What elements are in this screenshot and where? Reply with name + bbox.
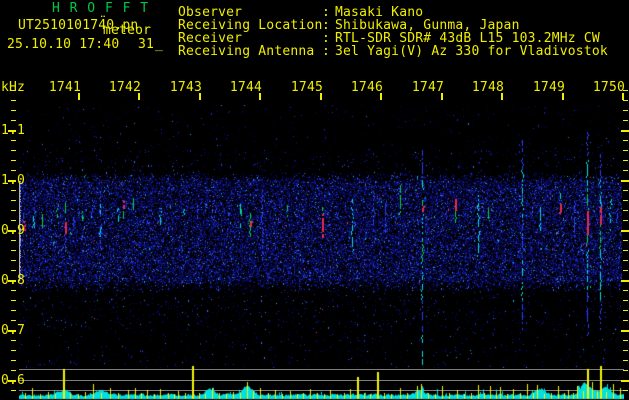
spectrogram-canvas: [20, 105, 622, 368]
freq-tick: [11, 310, 16, 311]
time-tick: [562, 93, 564, 100]
time-tick-label: 1744: [229, 80, 262, 95]
freq-tick: [11, 300, 16, 301]
echo-counter: 31: [138, 37, 155, 52]
time-tick: [380, 93, 382, 100]
info-label: Receiving Antenna: [178, 44, 315, 59]
freq-tick-label: 0.9: [1, 223, 26, 238]
freq-tick-right: [621, 230, 629, 232]
freq-tick-right: [623, 240, 628, 241]
freq-tick: [11, 270, 16, 271]
freq-tick: [11, 340, 16, 341]
freq-tick-right: [623, 300, 628, 301]
freq-tick-right: [621, 280, 629, 282]
freq-tick-right: [623, 340, 628, 341]
freq-tick: [11, 250, 16, 251]
text-cursor: _: [155, 37, 164, 52]
time-tick-label: 1743: [169, 80, 202, 95]
freq-tick: [11, 170, 16, 171]
freq-axis-unit-label: kHz: [1, 80, 26, 95]
hrofft-window: H R O F F T UT2510101740.pn ¨ meteor 25.…: [0, 0, 629, 400]
app-title: H R O F F T: [52, 1, 150, 16]
freq-tick-right: [621, 130, 629, 132]
time-tick-label: 1749: [532, 80, 565, 95]
freq-tick-right: [623, 260, 628, 261]
freq-tick-label: 0.8: [1, 273, 26, 288]
freq-tick: [11, 260, 16, 261]
time-tick: [138, 93, 140, 100]
mode-label: meteor: [103, 23, 152, 38]
freq-tick-right: [623, 110, 628, 111]
time-tick: [199, 93, 201, 100]
freq-tick: [11, 160, 16, 161]
freq-tick-label: 1.1: [1, 123, 26, 138]
freq-tick-right: [623, 310, 628, 311]
freq-tick-right: [623, 360, 628, 361]
freq-tick-right: [623, 140, 628, 141]
freq-tick: [11, 90, 16, 91]
time-tick-label: 1750: [592, 80, 625, 95]
freq-tick-right: [623, 290, 628, 291]
info-value: 3el Yagi(V) Az 330 for Vladivostok: [335, 44, 608, 59]
freq-tick-right: [623, 150, 628, 151]
freq-tick-label: 1.0: [1, 173, 26, 188]
time-tick-label: 1742: [108, 80, 141, 95]
freq-tick: [11, 210, 16, 211]
time-tick: [501, 93, 503, 100]
datetime-label: 25.10.10 17:40: [7, 37, 120, 52]
freq-tick: [11, 150, 16, 151]
time-tick-label: 1745: [290, 80, 323, 95]
freq-tick-right: [621, 380, 629, 382]
freq-tick-right: [623, 350, 628, 351]
freq-tick: [11, 350, 16, 351]
freq-tick: [11, 100, 16, 101]
freq-tick-right: [623, 170, 628, 171]
time-tick-label: 1747: [411, 80, 444, 95]
freq-tick-label: 0.6: [1, 373, 26, 388]
time-tick-label: 1746: [350, 80, 383, 95]
freq-tick: [11, 120, 16, 121]
freq-tick: [11, 370, 16, 371]
freq-tick-right: [623, 370, 628, 371]
freq-tick-right: [623, 200, 628, 201]
freq-tick: [11, 360, 16, 361]
freq-tick: [11, 390, 16, 391]
freq-tick-right: [623, 190, 628, 191]
freq-tick: [11, 320, 16, 321]
freq-tick: [11, 110, 16, 111]
freq-tick: [11, 290, 16, 291]
info-row: Receiving Antenna:3el Yagi(V) Az 330 for…: [178, 45, 628, 58]
freq-tick-right: [623, 210, 628, 211]
freq-tick-label: 0.7: [1, 323, 26, 338]
info-colon: :: [322, 44, 331, 59]
freq-tick-right: [623, 100, 628, 101]
freq-tick: [11, 220, 16, 221]
time-tick: [622, 93, 624, 100]
time-tick: [78, 93, 80, 100]
freq-tick: [11, 200, 16, 201]
time-tick-label: 1741: [48, 80, 81, 95]
freq-tick-right: [621, 330, 629, 332]
freq-tick: [11, 240, 16, 241]
freq-tick: [11, 190, 16, 191]
freq-tick-right: [623, 390, 628, 391]
freq-tick-right: [623, 120, 628, 121]
freq-tick-right: [623, 160, 628, 161]
time-tick: [259, 93, 261, 100]
freq-tick-right: [623, 250, 628, 251]
freq-tick-right: [623, 90, 628, 91]
time-tick: [441, 93, 443, 100]
freq-tick-right: [621, 180, 629, 182]
time-tick-label: 1748: [471, 80, 504, 95]
freq-tick-right: [623, 320, 628, 321]
freq-tick: [11, 140, 16, 141]
freq-tick-right: [623, 270, 628, 271]
freq-tick-right: [623, 220, 628, 221]
time-tick: [320, 93, 322, 100]
signal-level-canvas: [19, 356, 624, 400]
